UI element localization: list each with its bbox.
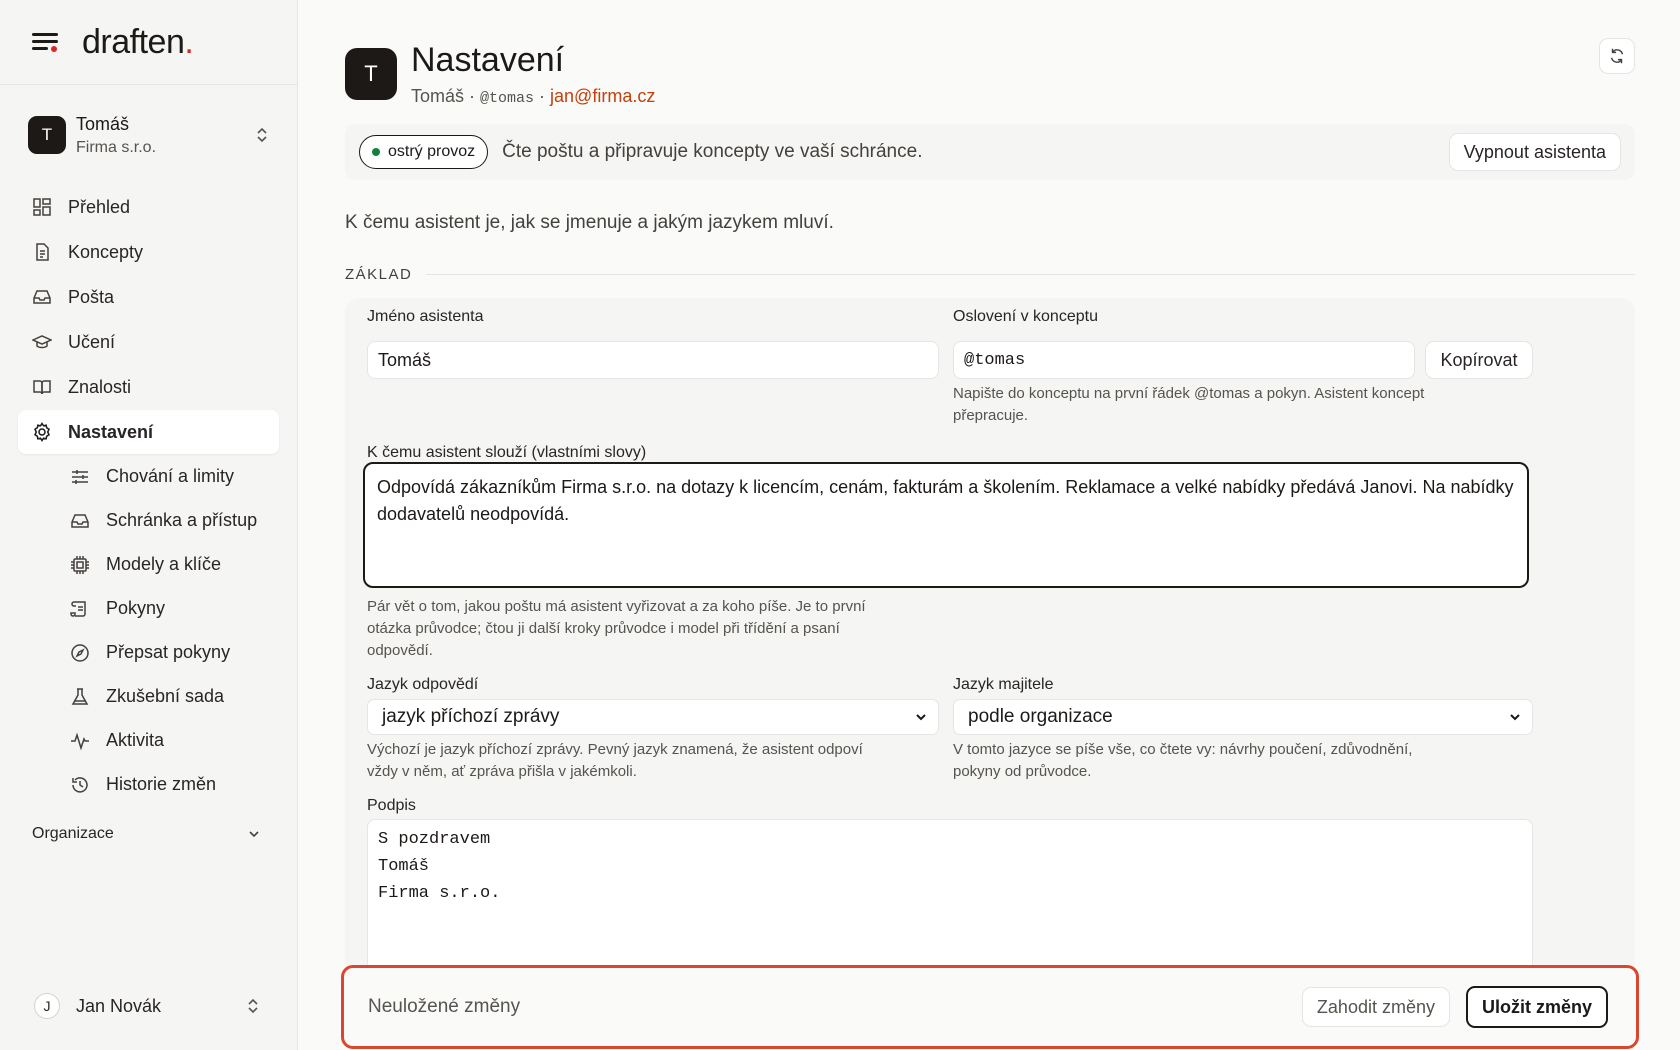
menu-icon[interactable] <box>32 31 58 53</box>
scroll-icon <box>70 600 86 617</box>
nav-item-uceni[interactable]: Učení <box>18 320 279 364</box>
owner-language-select[interactable]: podle organizace <box>953 699 1533 735</box>
discard-changes-button[interactable]: Zahodit změny <box>1301 987 1450 1027</box>
logo: draften. <box>82 22 194 61</box>
user-name: Jan Novák <box>76 995 162 1016</box>
nav-item-nastaveni[interactable]: Nastavení <box>18 410 279 454</box>
refresh-button[interactable] <box>1599 38 1635 74</box>
reply-language-select[interactable]: jazyk příchozí zprávy <box>367 699 939 735</box>
user-menu[interactable]: J Jan Novák <box>0 962 298 1050</box>
purpose-label: K čemu asistent slouží (vlastními slovy) <box>367 444 647 461</box>
purpose-textarea[interactable]: Odpovídá zákazníkům Firma s.r.o. na dota… <box>363 462 1529 588</box>
subnav-item-aktivita[interactable]: Aktivita <box>18 719 279 762</box>
dashboard-icon <box>33 198 51 216</box>
section-heading: ZÁKLAD <box>345 266 1635 283</box>
chevron-down-icon <box>249 831 259 838</box>
history-icon <box>72 776 88 793</box>
sliders-icon <box>72 469 88 484</box>
assistant-handle: @tomas <box>480 90 535 107</box>
purpose-help: Pár vět o tom, jakou poštu má asistent v… <box>367 598 866 659</box>
assistant-name-label: Jméno asistenta <box>367 308 484 325</box>
compass-icon <box>71 643 89 662</box>
section-intro: K čemu asistent je, jak se jmenuje a jak… <box>345 212 834 233</box>
subnav-item-pokyny[interactable]: Pokyny <box>18 587 279 630</box>
unsaved-changes-text: Neuložené změny <box>368 996 521 1017</box>
refresh-icon <box>1610 48 1624 64</box>
nav-item-koncepty[interactable]: Koncepty <box>18 230 279 274</box>
book-icon <box>33 380 51 395</box>
subnav-item-prepsat[interactable]: Přepsat pokyny <box>18 631 279 674</box>
chevron-down-icon <box>1510 714 1520 721</box>
subnav-item-chovani[interactable]: Chování a limity <box>18 455 279 498</box>
basic-settings-card: Jméno asistenta Tomáš Oslovení v koncept… <box>345 298 1635 978</box>
organization-toggle[interactable]: Organizace <box>0 812 297 856</box>
subnav-item-schranka[interactable]: Schránka a přístup <box>18 499 279 542</box>
assistant-name: Tomáš <box>411 86 465 106</box>
activity-icon <box>71 732 89 750</box>
chip-icon <box>71 555 89 574</box>
nav-item-znalosti[interactable]: Znalosti <box>18 365 279 409</box>
organization-label: Organizace <box>32 825 114 842</box>
subnav-item-zkusebni[interactable]: Zkušební sada <box>18 675 279 718</box>
account-switcher[interactable]: T Tomáš Firma s.r.o. <box>0 85 297 185</box>
address-label: Oslovení v konceptu <box>953 308 1098 325</box>
user-avatar: J <box>34 993 60 1019</box>
chevron-down-icon <box>916 714 926 721</box>
brand-bar: draften. <box>0 0 297 85</box>
gear-icon <box>34 422 50 442</box>
live-dot <box>372 148 380 156</box>
account-name: Tomáš <box>76 113 130 134</box>
chevron-up-down-icon <box>248 998 258 1014</box>
main-nav: Přehled Koncepty Pošta Učení Znalosti Na… <box>0 185 297 806</box>
flask-icon <box>71 687 89 705</box>
sidebar: draften. T Tomáš Firma s.r.o. Přehled Ko… <box>0 0 298 1050</box>
section-title: ZÁKLAD <box>345 266 413 283</box>
account-company: Firma s.r.o. <box>76 138 157 156</box>
signature-label: Podpis <box>367 797 416 814</box>
assistant-name-input[interactable]: Tomáš <box>367 341 939 379</box>
nav-item-prehled[interactable]: Přehled <box>18 185 279 229</box>
assistant-avatar: T <box>345 48 397 100</box>
inbox-icon <box>71 513 89 528</box>
disable-assistant-button[interactable]: Vypnout asistenta <box>1448 133 1621 171</box>
assistant-email[interactable]: jan@firma.cz <box>550 86 655 106</box>
subnav-item-modely[interactable]: Modely a klíče <box>18 543 279 586</box>
save-changes-button[interactable]: Uložit změny <box>1465 986 1608 1028</box>
signature-textarea[interactable]: S pozdravem Tomáš Firma s.r.o. <box>367 819 1533 971</box>
address-help: Napište do konceptu na první řádek @toma… <box>953 385 1425 424</box>
reply-language-help: Výchozí je jazyk příchozí zprávy. Pevný … <box>367 741 863 780</box>
unsaved-changes-bar: Neuložené změny Zahodit změny Uložit změ… <box>341 965 1639 1049</box>
copy-button[interactable]: Kopírovat <box>1425 341 1533 379</box>
address-input[interactable]: @tomas <box>953 341 1415 379</box>
section-divider <box>426 274 1635 275</box>
account-avatar: T <box>28 116 66 154</box>
graduation-cap-icon <box>32 335 52 349</box>
assistant-status-bar: ostrý provoz Čte poštu a připravuje konc… <box>345 124 1635 180</box>
settings-subnav: Chování a limity Schránka a přístup Mode… <box>18 455 279 806</box>
page-header: T Nastavení Tomáš · @tomas · jan@firma.c… <box>345 38 655 107</box>
document-icon <box>36 243 49 261</box>
page-title: Nastavení <box>411 41 565 79</box>
chevron-up-down-icon <box>257 127 267 143</box>
owner-language-help: V tomto jazyce se píše vše, co čtete vy:… <box>953 741 1413 780</box>
assistant-meta: Tomáš · @tomas · jan@firma.cz <box>411 86 656 107</box>
status-badge: ostrý provoz <box>359 135 489 169</box>
reply-language-label: Jazyk odpovědí <box>367 676 479 693</box>
inbox-icon <box>33 290 51 304</box>
nav-item-posta[interactable]: Pošta <box>18 275 279 319</box>
status-text: Čte poštu a připravuje koncepty ve vaší … <box>502 141 923 162</box>
owner-language-label: Jazyk majitele <box>953 676 1054 693</box>
subnav-item-historie[interactable]: Historie změn <box>18 763 279 806</box>
main-content: T Nastavení Tomáš · @tomas · jan@firma.c… <box>341 0 1639 1050</box>
